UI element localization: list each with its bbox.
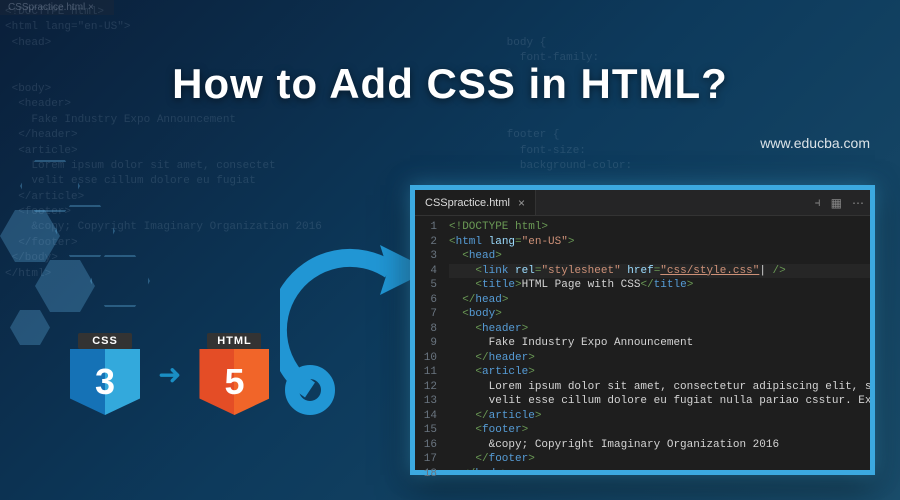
line-number-gutter: 123456789101112131415161718 [415, 216, 443, 470]
close-icon[interactable]: × [518, 196, 525, 210]
tab-filename: CSSpractice.html [425, 197, 510, 209]
split-editor-icon[interactable]: ⫞ [815, 195, 821, 210]
css3-badge: CSS 3 [70, 333, 140, 415]
editor-body[interactable]: 123456789101112131415161718 <!DOCTYPE ht… [415, 216, 870, 470]
editor-tabbar: CSSpractice.html × ⫞ ▦ ⋯ [415, 190, 870, 216]
page-title: How to Add CSS in HTML? [0, 60, 900, 108]
css-badge-label: CSS [78, 333, 132, 349]
more-icon[interactable]: ⋯ [852, 196, 864, 210]
css-badge-number: 3 [70, 349, 140, 415]
tech-badges: CSS 3 ➜ HTML 5 [70, 333, 269, 415]
arrow-right-icon: ➜ [158, 358, 181, 391]
preview-icon[interactable]: ▦ [831, 196, 842, 210]
watermark: www.educba.com [760, 135, 870, 151]
code-content[interactable]: <!DOCTYPE html><html lang="en-US"> <head… [443, 216, 870, 470]
html5-badge: HTML 5 [199, 333, 269, 415]
editor-tab[interactable]: CSSpractice.html × [415, 190, 536, 215]
html-badge-label: HTML [207, 333, 261, 349]
html-badge-number: 5 [199, 349, 269, 415]
code-editor-window: CSSpractice.html × ⫞ ▦ ⋯ 123456789101112… [410, 185, 875, 475]
